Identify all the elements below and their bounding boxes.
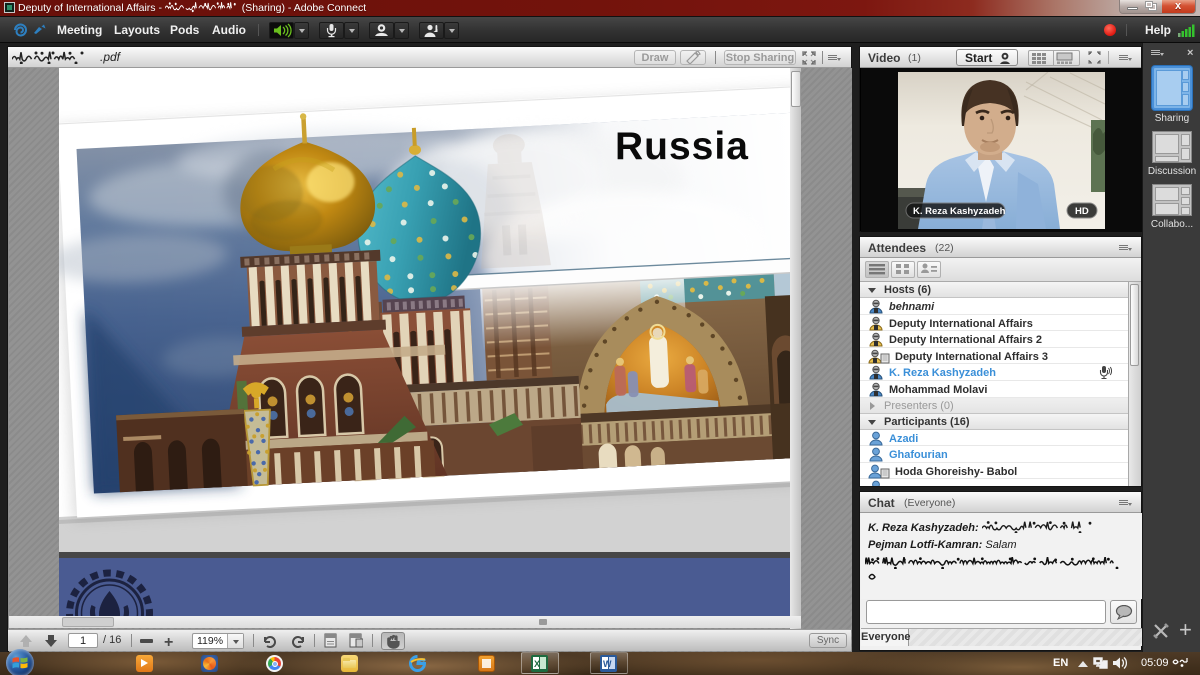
svg-text:K. Reza Kashyzadeh: K. Reza Kashyzadeh	[913, 206, 1006, 217]
svg-text:HD: HD	[1075, 206, 1089, 217]
